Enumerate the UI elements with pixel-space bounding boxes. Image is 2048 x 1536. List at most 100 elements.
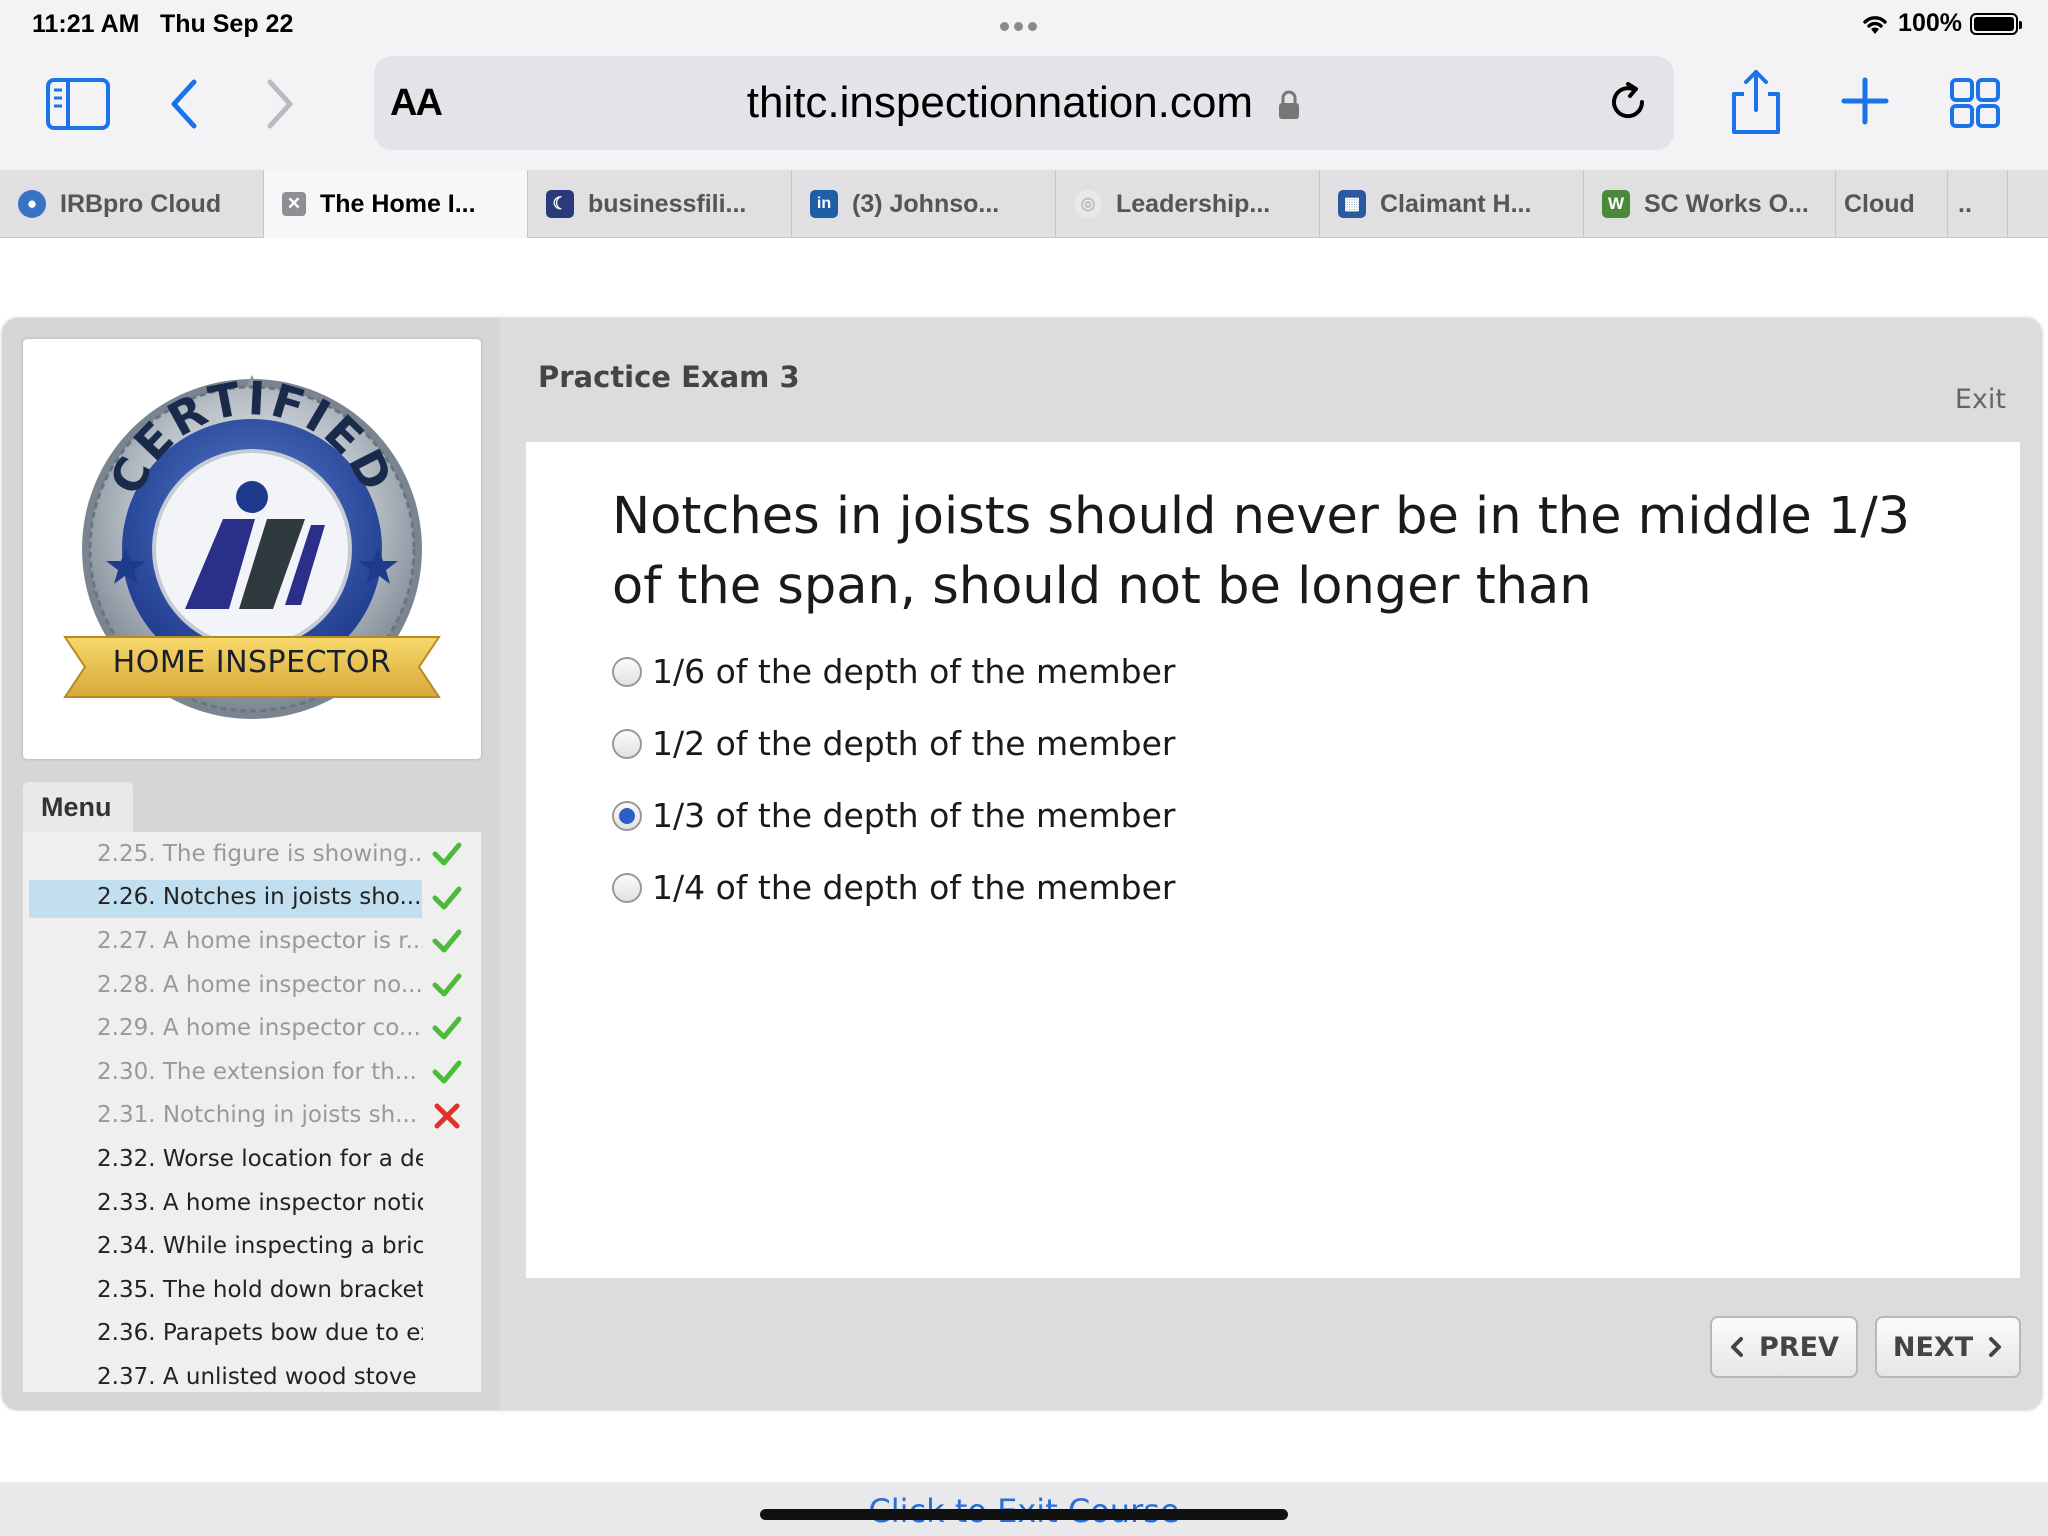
menu-item-label: 2.31. Notching in joists sh... — [97, 1102, 418, 1129]
address-bar[interactable]: AA thitc.inspectionnation.com — [374, 56, 1674, 150]
home-indicator[interactable] — [760, 1509, 1288, 1520]
check-icon — [432, 973, 462, 997]
menu-item-label: 2.35. The hold down bracket pl... — [97, 1276, 423, 1303]
tab-overview-icon[interactable] — [1950, 78, 2000, 128]
answer-option-3[interactable]: 1/3 of the depth of the member — [612, 796, 1175, 835]
menu-item-2-25[interactable]: 2.25. The figure is showing... — [23, 832, 481, 876]
menu-item-label: 2.27. A home inspector is r... — [97, 927, 423, 954]
tab-label: Cloud — [1844, 189, 1915, 218]
check-icon — [432, 886, 462, 910]
tab-label: SC Works O... — [1644, 189, 1809, 218]
menu-item-label: 2.26. Notches in joists sho... — [97, 884, 422, 911]
question-card: Notches in joists should never be in the… — [526, 442, 2020, 1278]
tab-linkedin[interactable]: in (3) Johnso... — [792, 170, 1056, 238]
answer-option-4[interactable]: 1/4 of the depth of the member — [612, 868, 1175, 907]
tab-sc-works[interactable]: W SC Works O... — [1584, 170, 1836, 238]
check-icon — [432, 842, 462, 866]
tab-more[interactable]: .. — [1948, 170, 2008, 238]
course-sidebar: CERTIFIED HOME INSPECTOR Menu 2.25. The … — [2, 318, 500, 1410]
check-icon — [432, 1060, 462, 1084]
tab-leadership[interactable]: ◎ Leadership... — [1056, 170, 1320, 238]
radio-button[interactable] — [612, 656, 642, 687]
menu-item-label: 2.30. The extension for th... — [97, 1058, 417, 1085]
menu-item-label: 2.28. A home inspector no... — [97, 971, 423, 998]
menu-item-label: 2.29. A home inspector co... — [97, 1015, 421, 1042]
cross-icon — [434, 1103, 460, 1129]
radio-button-selected[interactable] — [612, 800, 642, 831]
menu-item-2-36[interactable]: 2.36. Parapets bow due to exp... — [23, 1312, 481, 1356]
certified-logo: CERTIFIED HOME INSPECTOR — [23, 339, 481, 759]
status-time: 11:21 AM — [32, 10, 140, 38]
close-tab-icon[interactable]: ✕ — [282, 192, 306, 216]
menu-item-label: 2.36. Parapets bow due to exp... — [97, 1320, 423, 1347]
multitasking-dots-icon[interactable] — [1000, 18, 1048, 31]
tab-label: IRBpro Cloud — [60, 189, 222, 218]
answer-option-1[interactable]: 1/6 of the depth of the member — [612, 652, 1175, 691]
tab-label: The Home I... — [320, 189, 476, 218]
certified-home-inspector-badge: CERTIFIED — [63, 371, 441, 719]
status-bar: 11:21 AM Thu Sep 22 100% — [0, 0, 2048, 50]
answer-label: 1/3 of the depth of the member — [652, 796, 1176, 835]
menu-item-2-34[interactable]: 2.34. While inspecting a brick v... — [23, 1224, 481, 1268]
radio-button[interactable] — [612, 728, 642, 759]
browser-toolbar: AA thitc.inspectionnation.com — [0, 50, 2048, 170]
exam-title: Practice Exam 3 — [538, 360, 800, 394]
menu-item-2-35[interactable]: 2.35. The hold down bracket pl... — [23, 1268, 481, 1312]
swirl-icon: ◎ — [1074, 190, 1102, 218]
prev-label: PREV — [1759, 1331, 1839, 1363]
tab-label: businessfili... — [588, 189, 747, 218]
status-date: Thu Sep 22 — [160, 10, 294, 38]
tab-label: .. — [1958, 189, 1972, 218]
tab-home-inspector[interactable]: ✕ The Home I... — [264, 170, 528, 238]
tab-label: (3) Johnso... — [852, 189, 1000, 218]
reload-icon[interactable] — [1604, 78, 1652, 126]
question-text: Notches in joists should never be in the… — [612, 487, 1911, 616]
menu-item-2-32[interactable]: 2.32. Worse location for a deep... — [23, 1137, 481, 1181]
check-icon — [432, 929, 462, 953]
forward-icon[interactable] — [262, 76, 298, 132]
url-field[interactable]: thitc.inspectionnation.com — [374, 78, 1674, 128]
menu-item-2-31[interactable]: 2.31. Notching in joists sh... — [23, 1094, 481, 1138]
battery-percent: 100% — [1898, 9, 1962, 37]
answer-label: 1/6 of the depth of the member — [652, 652, 1176, 691]
tab-businessfiling[interactable]: ☾ businessfili... — [528, 170, 792, 238]
battery-icon — [1970, 12, 2022, 35]
tab-cloud[interactable]: Cloud — [1836, 170, 1948, 238]
course-player: CERTIFIED HOME INSPECTOR Menu 2.25. The … — [2, 318, 2042, 1410]
share-icon[interactable] — [1728, 68, 1784, 136]
menu-item-2-28[interactable]: 2.28. A home inspector no... — [23, 963, 481, 1007]
sidebar-toggle-icon[interactable] — [46, 78, 110, 130]
chevron-right-icon — [1989, 1337, 2002, 1357]
menu-item-2-27[interactable]: 2.27. A home inspector is r... — [23, 919, 481, 963]
next-button[interactable]: NEXT — [1875, 1316, 2021, 1378]
badge-banner-text: HOME INSPECTOR — [112, 645, 392, 680]
menu-item-2-29[interactable]: 2.29. A home inspector co... — [23, 1006, 481, 1050]
question-menu-list: 2.25. The figure is showing... 2.26. Not… — [23, 832, 481, 1392]
answer-label: 1/4 of the depth of the member — [652, 868, 1176, 907]
menu-item-2-37[interactable]: 2.37. A unlisted wood stove mu... — [23, 1355, 481, 1392]
radio-button[interactable] — [612, 872, 642, 903]
url-text: thitc.inspectionnation.com — [746, 78, 1254, 127]
menu-item-label: 2.33. A home inspector notices... — [97, 1189, 423, 1216]
menu-tab[interactable]: Menu — [23, 782, 133, 832]
moon-icon: ☾ — [546, 190, 574, 218]
next-label: NEXT — [1892, 1331, 1974, 1363]
answer-label: 1/2 of the depth of the member — [652, 724, 1176, 763]
exam-main-panel: Practice Exam 3 Exit Notches in joists s… — [500, 318, 2042, 1410]
prev-button[interactable]: PREV — [1710, 1316, 1858, 1378]
menu-item-2-33[interactable]: 2.33. A home inspector notices... — [23, 1181, 481, 1225]
lock-icon — [1279, 90, 1300, 120]
menu-item-label: 2.34. While inspecting a brick v... — [97, 1233, 423, 1260]
map-icon: ▦ — [1338, 190, 1366, 218]
menu-item-2-26[interactable]: 2.26. Notches in joists sho... — [23, 876, 481, 920]
tab-claimant[interactable]: ▦ Claimant H... — [1320, 170, 1584, 238]
chevron-left-icon — [1731, 1337, 1744, 1357]
tab-irbpro-cloud[interactable]: ● IRBpro Cloud — [0, 170, 264, 238]
menu-item-label: 2.32. Worse location for a deep... — [97, 1145, 423, 1172]
status-right: 100% — [1860, 9, 2022, 38]
new-tab-icon[interactable] — [1840, 76, 1890, 126]
menu-item-2-30[interactable]: 2.30. The extension for th... — [23, 1050, 481, 1094]
answer-option-2[interactable]: 1/2 of the depth of the member — [612, 724, 1175, 763]
exit-link[interactable]: Exit — [1955, 384, 2006, 415]
back-icon[interactable] — [166, 76, 202, 132]
